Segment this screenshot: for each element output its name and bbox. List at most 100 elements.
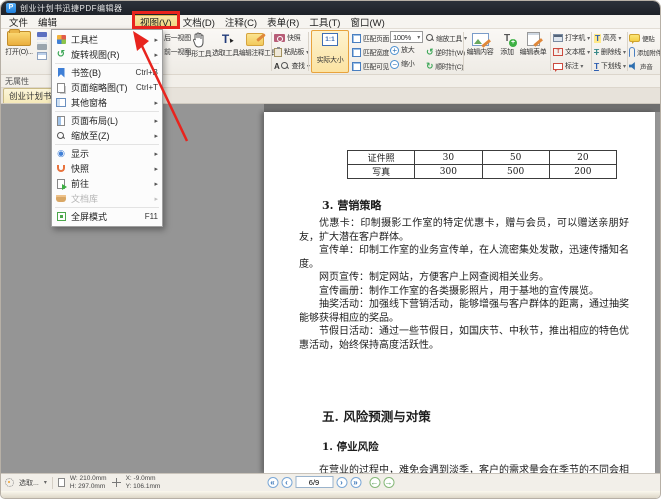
edit-content-button[interactable]: 编辑内容 <box>465 31 495 57</box>
attachment-button[interactable]: 添加附件 <box>629 45 661 59</box>
paragraph: 优惠卡：印制摄影工作室的特定优惠卡，赠与会员，可以赠送亲朋好友，扩大潜在客户群体… <box>299 217 629 244</box>
table-row: 证件照 30 50 20 <box>348 151 617 165</box>
rotate-cw-button[interactable]: ↻ 顺时针(C) <box>426 59 467 73</box>
email-icon[interactable] <box>37 52 47 60</box>
edit-form-button[interactable]: 编辑表单 <box>518 31 548 57</box>
menu-item-snapshot[interactable]: 快照▸ <box>52 161 162 176</box>
zoom-in-icon: + <box>390 46 399 55</box>
edit-form-icon <box>527 32 540 46</box>
menu-annotation[interactable]: 注释(C) <box>220 15 262 28</box>
document-library-icon <box>55 195 67 202</box>
select-tool-button[interactable]: T 选取工具 <box>212 31 239 58</box>
window-bottom-edge <box>1 491 660 498</box>
menu-edit[interactable]: 编辑 <box>33 15 62 28</box>
next-page-button[interactable]: › <box>336 477 347 488</box>
open-folder-icon <box>7 31 31 46</box>
menu-separator <box>55 63 159 64</box>
zoom-tool-button[interactable]: 缩放工具▾ <box>426 31 467 45</box>
menu-window[interactable]: 窗口(W) <box>345 15 389 28</box>
menu-item-go-to[interactable]: 前往▸ <box>52 176 162 191</box>
find-icon: A <box>274 62 279 71</box>
actual-size-icon: 1:1 <box>322 33 338 46</box>
menu-item-zoom-to[interactable]: 缩放至(Z)▸ <box>52 128 162 143</box>
add-button[interactable]: T 添加 <box>496 31 518 57</box>
menu-item-page-thumbnails[interactable]: 页面缩略图(T) Ctrl+T <box>52 80 162 95</box>
price-table: 证件照 30 50 20 写真 300 500 200 <box>347 150 617 179</box>
paragraph: 在营业的过程中，难免会遇到淡季，客户的需求量会在季节的不同会相 <box>299 461 629 473</box>
table-cell: 证件照 <box>348 151 415 165</box>
clipboard-button[interactable]: 粘贴板▾ <box>274 45 310 59</box>
last-page-button[interactable]: » <box>350 477 361 488</box>
marketing-paragraphs: 优惠卡：印制摄影工作室的特定优惠卡，赠与会员，可以赠送亲朋好友，扩大潜在客户群体… <box>299 217 629 352</box>
zoom-out-button[interactable]: − 缩小 <box>390 57 423 71</box>
underline-button[interactable]: T 下划线▾ <box>594 59 626 73</box>
menu-item-display[interactable]: ◉ 显示▸ <box>52 146 162 161</box>
menu-item-other-panes[interactable]: 其他窗格▸ <box>52 95 162 110</box>
toolbar-grid-icon <box>55 35 67 44</box>
print-icon[interactable] <box>37 42 47 50</box>
magnifier-icon <box>281 62 289 70</box>
text-box-icon: T <box>553 48 563 56</box>
text-box-button[interactable]: T 文本框▾ <box>553 45 590 59</box>
edit-content-icon <box>472 33 489 46</box>
menu-bar: 文件 编辑 视图(V) 文档(D) 注释(C) 表单(R) 工具(T) 窗口(W… <box>1 15 660 29</box>
menu-document[interactable]: 文档(D) <box>178 15 220 28</box>
strikethrough-button[interactable]: T 删除线▾ <box>594 45 626 59</box>
fullscreen-icon <box>55 212 67 221</box>
paragraph: 网页宣传：制定网站，方便客户上网查阅相关业务。 <box>299 271 629 285</box>
fit-page-button[interactable]: 匹配页面 <box>352 31 389 45</box>
snapshot-button[interactable]: 快照 <box>274 31 310 45</box>
menu-item-toolbars[interactable]: 工具栏▸ <box>52 32 162 47</box>
next-view-button[interactable]: → <box>383 477 394 488</box>
previous-page-button[interactable]: ‹ <box>281 477 292 488</box>
first-page-button[interactable]: « <box>267 477 278 488</box>
menu-file[interactable]: 文件 <box>4 15 33 28</box>
callout-button[interactable]: 标注▾ <box>553 59 590 73</box>
paragraph: 抽奖活动：加强线下营销活动，能够增强与客户群体的距离，通过抽奖能够获得相应的奖品… <box>299 298 629 325</box>
toolbar-divider <box>550 32 551 71</box>
zoom-out-icon: − <box>390 60 399 69</box>
menu-item-fullscreen[interactable]: 全屏模式 F11 <box>52 209 162 224</box>
edit-annotation-tool-button[interactable]: 编辑注释工具 <box>239 31 270 57</box>
select-tool-icon: T <box>217 32 235 47</box>
page-thumbnail-icon <box>55 83 67 93</box>
speaker-icon <box>629 62 638 71</box>
zoom-in-button[interactable]: + 放大 <box>390 43 423 57</box>
chevron-down-icon: ▾ <box>44 479 47 486</box>
previous-view-button[interactable]: ← <box>369 477 380 488</box>
gear-icon[interactable] <box>5 478 14 487</box>
menu-item-page-layout[interactable]: 页面布局(L)▸ <box>52 113 162 128</box>
save-icon[interactable] <box>37 32 47 40</box>
zoom-level-combo[interactable]: 100%▾ <box>390 31 423 43</box>
document-tab-label: 创业计划书 * <box>9 90 57 102</box>
menu-item-bookmarks[interactable]: 书签(B) Ctrl+B <box>52 65 162 80</box>
menu-form[interactable]: 表单(R) <box>262 15 304 28</box>
file-buttons <box>37 32 47 62</box>
pdf-page[interactable]: 证件照 30 50 20 写真 300 500 200 3. 营销策略 优惠卡：… <box>264 112 655 473</box>
strikethrough-icon: T <box>594 48 599 57</box>
window-title: 创业计划书迅捷PDF编辑器 <box>20 3 123 14</box>
comment-pencil-icon <box>246 33 264 46</box>
fit-width-button[interactable]: 匹配宽度 <box>352 45 389 59</box>
sound-button[interactable]: 声音 <box>629 59 661 73</box>
page-number-input[interactable] <box>295 476 333 488</box>
hand-tool-button[interactable]: 手形工具 <box>184 31 212 59</box>
table-cell: 200 <box>549 165 616 179</box>
app-window: P 创业计划书迅捷PDF编辑器 文件 编辑 视图(V) 文档(D) 注释(C) … <box>0 0 661 499</box>
table-cell: 50 <box>482 151 549 165</box>
menu-item-document-library[interactable]: 文档库▸ <box>52 191 162 206</box>
find-button[interactable]: A 查找▾ <box>274 59 310 73</box>
menu-item-rotate-view[interactable]: ↺ 旋转视图(R)▸ <box>52 47 162 62</box>
status-tool-label[interactable]: 选取... <box>19 478 39 488</box>
sticky-note-button[interactable]: 便贴 <box>629 31 661 45</box>
fit-visible-button[interactable]: 匹配可见 <box>352 59 389 73</box>
highlight-button[interactable]: T 高亮▾ <box>594 31 626 45</box>
capture-group: 快照 粘贴板▾ A 查找▾ <box>274 31 310 73</box>
menu-tools[interactable]: 工具(T) <box>304 15 345 28</box>
open-button[interactable]: 打开(O)... <box>3 29 35 57</box>
annotation-highlight-box <box>132 11 180 29</box>
actual-size-button[interactable]: 1:1 实际大小 <box>311 30 349 73</box>
fit-width-icon <box>352 48 361 57</box>
rotate-ccw-button[interactable]: ↺ 逆时针(W) <box>426 45 467 59</box>
typewriter-button[interactable]: 打字机▾ <box>553 31 590 45</box>
